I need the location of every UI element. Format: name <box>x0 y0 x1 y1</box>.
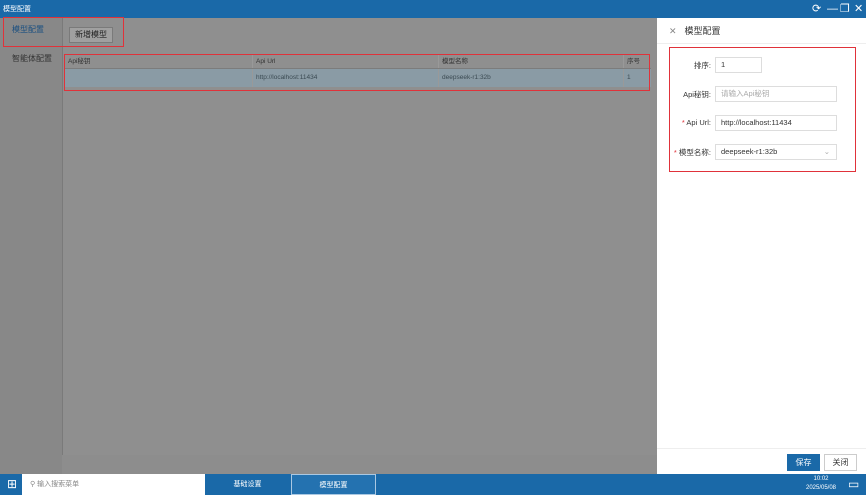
notification-icon[interactable]: ▭ <box>848 477 859 491</box>
close-button[interactable]: 关闭 <box>824 454 857 471</box>
menu-search-input[interactable]: ⚲ 输入搜索菜单 <box>22 474 205 495</box>
title-bar: 模型配置 ⟳ — ❐ ✕ <box>0 0 866 18</box>
clock-time: 10:02 <box>813 476 829 482</box>
windows-start-icon[interactable]: ⊞ <box>7 477 17 491</box>
clock: 10:02 2025/05/08 <box>800 475 842 493</box>
taskbar-item-basic-settings[interactable]: 基础设置 <box>205 474 290 495</box>
highlight-box <box>669 47 856 172</box>
taskbar: ⊞ ⚲ 输入搜索菜单 基础设置 模型配置 10:02 2025/05/08 ▭ <box>0 474 866 495</box>
panel-footer: 保存 关闭 <box>657 448 866 474</box>
sidebar-item-agent-config[interactable]: 智能体配置 <box>12 53 52 64</box>
search-placeholder: 输入搜索菜单 <box>37 481 80 488</box>
minimize-icon[interactable]: — <box>827 2 838 16</box>
clock-date: 2025/05/08 <box>805 485 837 491</box>
save-button[interactable]: 保存 <box>787 454 820 471</box>
panel-header: ✕ 模型配置 <box>657 18 866 44</box>
highlight-box <box>3 17 124 47</box>
restore-icon[interactable]: ❐ <box>840 2 850 16</box>
close-icon[interactable]: ✕ <box>854 2 863 16</box>
taskbar-item-model-config[interactable]: 模型配置 <box>291 474 376 495</box>
highlight-box <box>64 54 650 91</box>
panel-title: 模型配置 <box>684 26 721 36</box>
window-title: 模型配置 <box>3 6 31 13</box>
sidebar: 模型配置 智能体配置 <box>0 18 62 474</box>
close-panel-icon[interactable]: ✕ <box>669 26 677 36</box>
refresh-icon[interactable]: ⟳ <box>812 2 821 16</box>
